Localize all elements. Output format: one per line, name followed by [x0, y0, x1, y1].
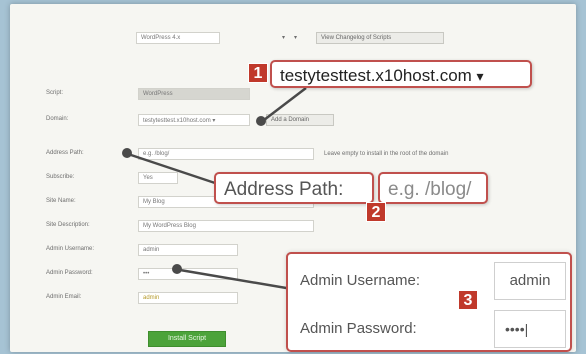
- version-select[interactable]: WordPress 4.x: [136, 32, 220, 44]
- admin-email-label: Admin Email:: [46, 294, 82, 300]
- callout-admin-password-field: ••••|: [494, 310, 566, 348]
- address-path-hint: Leave empty to install in the root of th…: [324, 151, 449, 157]
- subscribe-label: Subscribe:: [46, 174, 75, 180]
- address-path-callout-label: Address Path:: [214, 172, 374, 204]
- install-script-label: Install Script: [167, 335, 207, 342]
- callout-admin-password-label: Admin Password:: [300, 320, 417, 337]
- site-description-value: My WordPress Blog: [143, 223, 196, 229]
- subscribe-value: Yes: [143, 175, 153, 181]
- script-value: WordPress: [143, 91, 173, 97]
- admin-password-input[interactable]: •••: [138, 268, 238, 280]
- admin-password-value: •••: [143, 271, 150, 277]
- admin-username-input[interactable]: admin: [138, 244, 238, 256]
- address-path-callout-text: Address Path:: [224, 179, 344, 200]
- site-name-value: My Blog: [143, 199, 165, 205]
- site-description-input[interactable]: My WordPress Blog: [138, 220, 314, 232]
- address-path-callout-value: e.g. /blog/: [378, 172, 488, 204]
- script-label: Script:: [46, 90, 64, 96]
- add-domain-label: Add a Domain: [271, 117, 310, 123]
- admin-email-value: admin: [143, 295, 160, 301]
- domain-callout-text: testytesttest.x10host.com: [280, 66, 472, 85]
- connector-dot-1: [256, 116, 266, 126]
- domain-callout: testytesttest.x10host.com ▾: [270, 60, 532, 88]
- domain-select[interactable]: testytesttest.x10host.com ▾: [138, 114, 250, 126]
- admin-username-value: admin: [143, 247, 160, 253]
- address-path-callout-example: e.g. /blog/: [388, 179, 472, 200]
- step-badge-3: 3: [458, 290, 478, 310]
- callout-admin-username-field: admin: [494, 262, 566, 300]
- admin-credentials-callout: Admin Username: admin 3 Admin Password: …: [286, 252, 572, 352]
- version-select-value: WordPress 4.x: [141, 35, 181, 41]
- step-badge-2: 2: [366, 202, 386, 222]
- chevron-down-icon: ▾: [476, 68, 484, 84]
- add-domain-button[interactable]: Add a Domain: [266, 114, 334, 126]
- view-changelog-label: View Changelog of Scripts: [321, 35, 392, 41]
- domain-label: Domain:: [46, 116, 69, 122]
- address-path-value: e.g. /blog/: [143, 151, 170, 157]
- subscribe-select[interactable]: Yes: [138, 172, 178, 184]
- admin-username-label: Admin Username:: [46, 246, 95, 252]
- install-script-button[interactable]: Install Script: [148, 331, 226, 347]
- callout-admin-username-label: Admin Username:: [300, 272, 421, 289]
- chevron-down-icon: ▾: [294, 35, 298, 41]
- site-description-label: Site Description:: [46, 222, 90, 228]
- step-badge-1: 1: [248, 63, 268, 83]
- domain-value: testytesttest.x10host.com ▾: [143, 118, 216, 124]
- callout-admin-username-value: admin: [509, 272, 551, 289]
- address-path-label: Address Path:: [46, 150, 84, 156]
- admin-email-input[interactable]: admin: [138, 292, 238, 304]
- admin-password-label: Admin Password:: [46, 270, 93, 276]
- script-field: WordPress: [138, 88, 250, 100]
- connector-dot-2: [122, 148, 132, 158]
- view-changelog-button[interactable]: View Changelog of Scripts: [316, 32, 444, 44]
- callout-admin-password-value: ••••|: [505, 321, 529, 337]
- site-name-label: Site Name:: [46, 198, 76, 204]
- connector-dot-3: [172, 264, 182, 274]
- address-path-input[interactable]: e.g. /blog/: [138, 148, 314, 160]
- chevron-down-icon[interactable]: ▾: [282, 34, 285, 41]
